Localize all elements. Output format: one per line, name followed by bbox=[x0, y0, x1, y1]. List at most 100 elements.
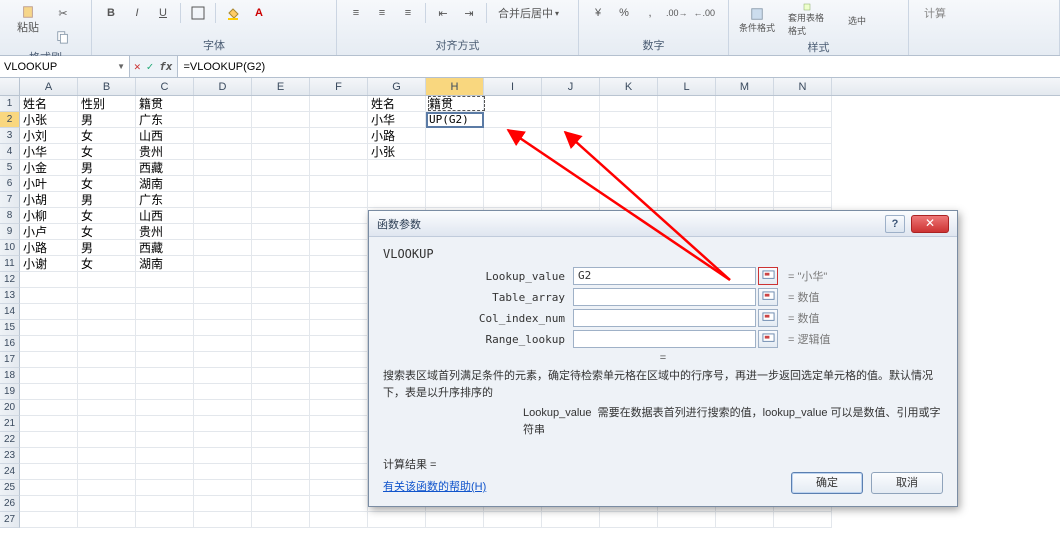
cell-G7[interactable] bbox=[368, 192, 426, 208]
cell-B16[interactable] bbox=[78, 336, 136, 352]
cell-E18[interactable] bbox=[252, 368, 310, 384]
cell-H5[interactable] bbox=[426, 160, 484, 176]
row-header[interactable]: 27 bbox=[0, 512, 20, 528]
cell-J7[interactable] bbox=[542, 192, 600, 208]
dec-decimal-button[interactable]: ←.00 bbox=[693, 2, 717, 24]
fill-color-button[interactable] bbox=[222, 2, 244, 24]
cell-A7[interactable]: 小胡 bbox=[20, 192, 78, 208]
paste-button[interactable]: 粘贴 bbox=[8, 2, 48, 38]
column-header-F[interactable]: F bbox=[310, 78, 368, 95]
cell-A26[interactable] bbox=[20, 496, 78, 512]
cell-C6[interactable]: 湖南 bbox=[136, 176, 194, 192]
cell-D22[interactable] bbox=[194, 432, 252, 448]
cell-M4[interactable] bbox=[716, 144, 774, 160]
cell-C8[interactable]: 山西 bbox=[136, 208, 194, 224]
column-header-J[interactable]: J bbox=[542, 78, 600, 95]
cell-D11[interactable] bbox=[194, 256, 252, 272]
cell-N3[interactable] bbox=[774, 128, 832, 144]
cell-B17[interactable] bbox=[78, 352, 136, 368]
cell-C5[interactable]: 西藏 bbox=[136, 160, 194, 176]
cell-F14[interactable] bbox=[310, 304, 368, 320]
cell-B10[interactable]: 男 bbox=[78, 240, 136, 256]
cell-C24[interactable] bbox=[136, 464, 194, 480]
cell-I4[interactable] bbox=[484, 144, 542, 160]
row-header[interactable]: 21 bbox=[0, 416, 20, 432]
align-bot-button[interactable]: ≡ bbox=[397, 2, 419, 24]
row-header[interactable]: 24 bbox=[0, 464, 20, 480]
cell-B6[interactable]: 女 bbox=[78, 176, 136, 192]
cell-E8[interactable] bbox=[252, 208, 310, 224]
cell-G5[interactable] bbox=[368, 160, 426, 176]
cell-A3[interactable]: 小刘 bbox=[20, 128, 78, 144]
cell-A1[interactable]: 姓名 bbox=[20, 96, 78, 112]
cell-D13[interactable] bbox=[194, 288, 252, 304]
column-header-A[interactable]: A bbox=[20, 78, 78, 95]
cell-K27[interactable] bbox=[600, 512, 658, 528]
cell-G27[interactable] bbox=[368, 512, 426, 528]
cell-G4[interactable]: 小张 bbox=[368, 144, 426, 160]
column-header-K[interactable]: K bbox=[600, 78, 658, 95]
comma-button[interactable]: , bbox=[639, 2, 661, 24]
cell-A15[interactable] bbox=[20, 320, 78, 336]
cell-F26[interactable] bbox=[310, 496, 368, 512]
cell-H7[interactable] bbox=[426, 192, 484, 208]
row-header[interactable]: 12 bbox=[0, 272, 20, 288]
row-header[interactable]: 5 bbox=[0, 160, 20, 176]
cell-B4[interactable]: 女 bbox=[78, 144, 136, 160]
cell-M5[interactable] bbox=[716, 160, 774, 176]
cell-A22[interactable] bbox=[20, 432, 78, 448]
cell-F18[interactable] bbox=[310, 368, 368, 384]
cell-E21[interactable] bbox=[252, 416, 310, 432]
cell-I5[interactable] bbox=[484, 160, 542, 176]
cell-A10[interactable]: 小路 bbox=[20, 240, 78, 256]
cell-A17[interactable] bbox=[20, 352, 78, 368]
cell-H4[interactable] bbox=[426, 144, 484, 160]
ok-button[interactable]: 确定 bbox=[791, 472, 863, 494]
cell-K6[interactable] bbox=[600, 176, 658, 192]
cell-M6[interactable] bbox=[716, 176, 774, 192]
cell-B1[interactable]: 性别 bbox=[78, 96, 136, 112]
cell-B3[interactable]: 女 bbox=[78, 128, 136, 144]
select-all-corner[interactable] bbox=[0, 78, 20, 95]
cell-J6[interactable] bbox=[542, 176, 600, 192]
cell-H3[interactable] bbox=[426, 128, 484, 144]
cell-F16[interactable] bbox=[310, 336, 368, 352]
cell-J27[interactable] bbox=[542, 512, 600, 528]
cell-H1[interactable]: 籍贯 bbox=[426, 96, 484, 112]
row-header[interactable]: 4 bbox=[0, 144, 20, 160]
cell-K4[interactable] bbox=[600, 144, 658, 160]
row-header[interactable]: 13 bbox=[0, 288, 20, 304]
cell-K2[interactable] bbox=[600, 112, 658, 128]
cell-B19[interactable] bbox=[78, 384, 136, 400]
cell-D4[interactable] bbox=[194, 144, 252, 160]
cell-M7[interactable] bbox=[716, 192, 774, 208]
cell-D25[interactable] bbox=[194, 480, 252, 496]
cell-D9[interactable] bbox=[194, 224, 252, 240]
cell-D2[interactable] bbox=[194, 112, 252, 128]
underline-button[interactable]: U bbox=[152, 2, 174, 24]
cell-D10[interactable] bbox=[194, 240, 252, 256]
cell-C12[interactable] bbox=[136, 272, 194, 288]
cell-A9[interactable]: 小卢 bbox=[20, 224, 78, 240]
cell-A8[interactable]: 小柳 bbox=[20, 208, 78, 224]
arg-input-col_index_num[interactable] bbox=[573, 309, 756, 327]
column-header-N[interactable]: N bbox=[774, 78, 832, 95]
cell-A27[interactable] bbox=[20, 512, 78, 528]
column-header-H[interactable]: H bbox=[426, 78, 484, 95]
cell-E24[interactable] bbox=[252, 464, 310, 480]
range-select-button[interactable] bbox=[758, 330, 778, 348]
row-header[interactable]: 11 bbox=[0, 256, 20, 272]
cell-D21[interactable] bbox=[194, 416, 252, 432]
cell-F19[interactable] bbox=[310, 384, 368, 400]
cell-F25[interactable] bbox=[310, 480, 368, 496]
cell-L2[interactable] bbox=[658, 112, 716, 128]
cell-C17[interactable] bbox=[136, 352, 194, 368]
column-header-B[interactable]: B bbox=[78, 78, 136, 95]
align-mid-button[interactable]: ≡ bbox=[371, 2, 393, 24]
cell-I6[interactable] bbox=[484, 176, 542, 192]
cell-F3[interactable] bbox=[310, 128, 368, 144]
cell-C2[interactable]: 广东 bbox=[136, 112, 194, 128]
currency-button[interactable]: ¥ bbox=[587, 2, 609, 24]
cell-L4[interactable] bbox=[658, 144, 716, 160]
cell-F1[interactable] bbox=[310, 96, 368, 112]
